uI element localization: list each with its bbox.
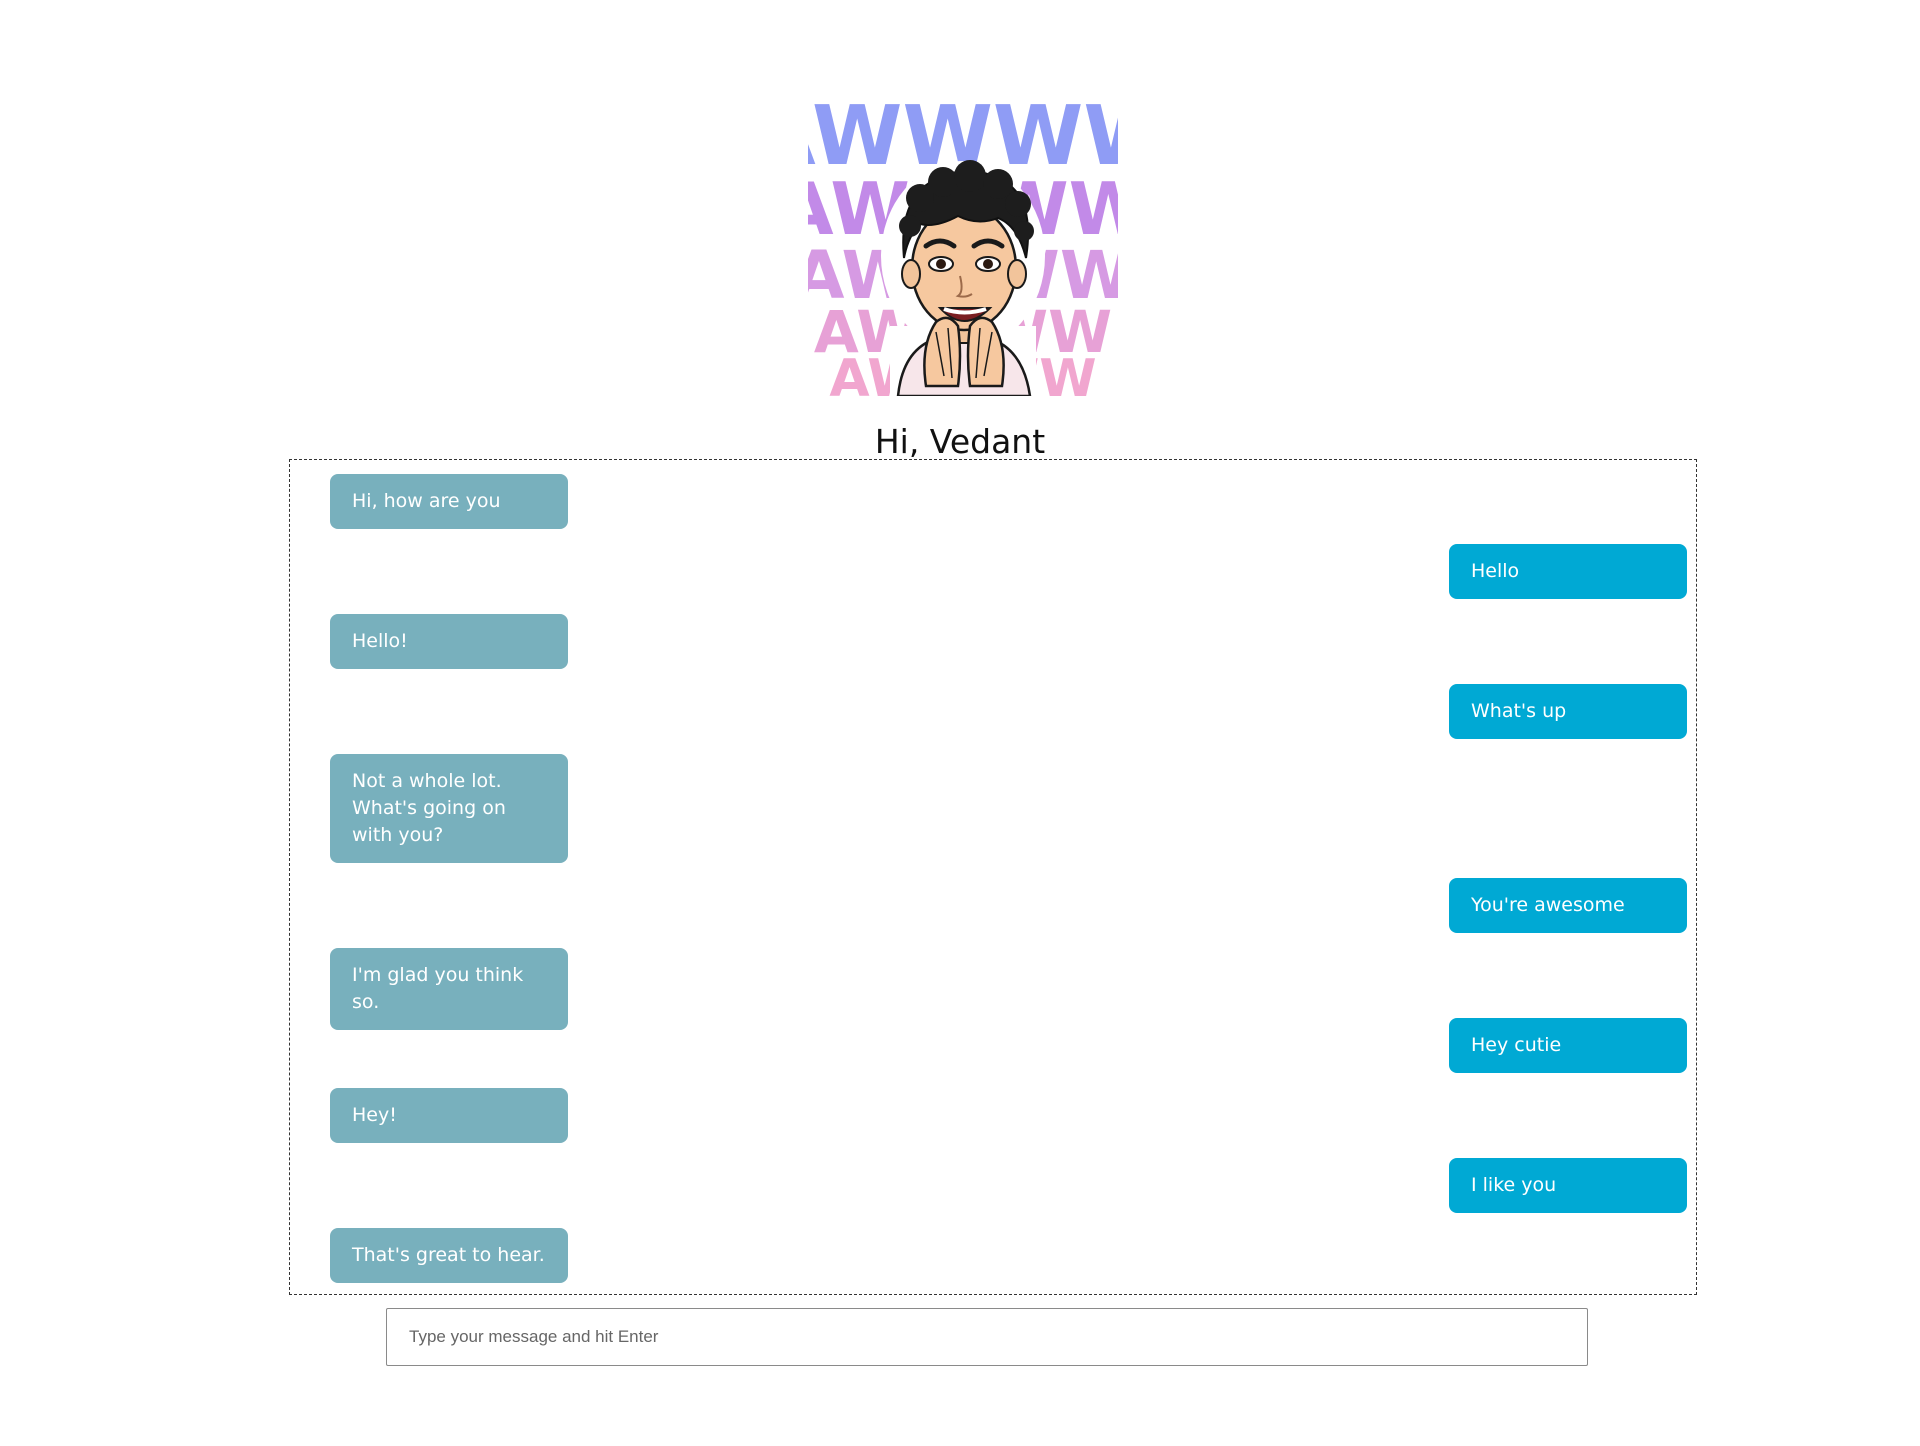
message-bubble-user: Hello	[1449, 544, 1687, 599]
avatar-image: AWWWW AWWWW AWWWW AWWWW AWWWW	[808, 89, 1118, 396]
message-input-wrapper	[386, 1308, 1588, 1366]
greeting-title: Hi, Vedant	[874, 422, 1046, 461]
message-bubble-user: Hey cutie	[1449, 1018, 1687, 1073]
message-input[interactable]	[387, 1309, 1587, 1365]
message-bubble-bot: Not a whole lot. What's going on with yo…	[330, 754, 568, 863]
message-bubble-bot: Hello!	[330, 614, 568, 669]
message-bubble-bot: Hi, how are you	[330, 474, 568, 529]
message-bubble-bot: That's great to hear.	[330, 1228, 568, 1283]
message-bubble-user: I like you	[1449, 1158, 1687, 1213]
message-bubble-bot: I'm glad you think so.	[330, 948, 568, 1030]
message-bubble-user: What's up	[1449, 684, 1687, 739]
chat-window[interactable]: Hi, how are you Hello Hello! What's up N…	[289, 459, 1697, 1295]
message-bubble-user: You're awesome	[1449, 878, 1687, 933]
avatar-sticker: AWWWW AWWWW AWWWW AWWWW AWWWW	[808, 86, 1118, 396]
message-bubble-bot: Hey!	[330, 1088, 568, 1143]
